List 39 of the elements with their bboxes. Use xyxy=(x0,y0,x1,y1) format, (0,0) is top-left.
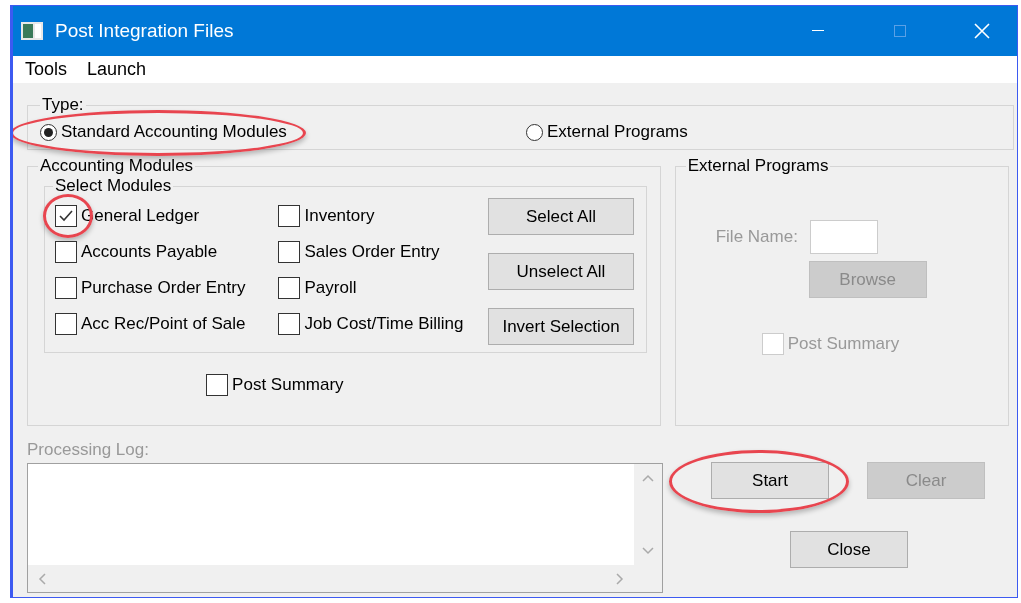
check-icon xyxy=(58,209,74,223)
start-button[interactable]: Start xyxy=(711,462,829,499)
minimize-icon[interactable] xyxy=(812,30,824,32)
radio-button[interactable] xyxy=(40,123,57,141)
field-label: File Name: xyxy=(715,227,798,247)
checkbox-label: Payroll xyxy=(304,278,357,298)
action-button[interactable]: Invert Selection xyxy=(488,308,634,345)
group-title: External Programs xyxy=(686,156,830,176)
close-icon[interactable] xyxy=(974,23,990,39)
checkbox[interactable] xyxy=(278,241,301,263)
radio-label: Standard Accounting Modules xyxy=(61,122,287,142)
group-title: Accounting Modules xyxy=(39,156,195,176)
checkbox[interactable] xyxy=(55,313,77,335)
checkbox[interactable] xyxy=(278,205,301,227)
radio-label: External Programs xyxy=(547,122,688,142)
checkbox[interactable] xyxy=(278,277,301,299)
checkbox-label: Post Summary xyxy=(232,375,344,395)
window-title: Post Integration Files xyxy=(55,20,235,42)
action-button[interactable]: Select All xyxy=(488,198,634,235)
checkbox-label: Job Cost/Time Billing xyxy=(304,314,464,334)
checkbox[interactable] xyxy=(55,205,77,227)
checkbox[interactable] xyxy=(278,313,301,335)
action-button[interactable]: Unselect All xyxy=(488,253,634,290)
checkbox-label: Inventory xyxy=(304,206,375,226)
checkbox-label: Post Summary xyxy=(787,334,900,354)
checkbox[interactable] xyxy=(55,277,77,299)
checkbox-label: Purchase Order Entry xyxy=(81,278,246,298)
checkbox[interactable] xyxy=(206,374,229,396)
close-dialog-button[interactable]: Close xyxy=(790,531,908,568)
checkbox[interactable] xyxy=(55,241,77,263)
group-title: Select Modules xyxy=(54,176,173,196)
checkbox-label: Accounts Payable xyxy=(81,242,218,262)
menu-item[interactable]: Launch xyxy=(87,59,147,80)
menu-item[interactable]: Tools xyxy=(25,59,68,80)
app-icon xyxy=(21,22,43,40)
checkbox-label: Sales Order Entry xyxy=(304,242,440,262)
log-label: Processing Log: xyxy=(27,440,150,460)
radio-button[interactable] xyxy=(526,123,543,141)
group-title: Type: xyxy=(41,95,85,115)
